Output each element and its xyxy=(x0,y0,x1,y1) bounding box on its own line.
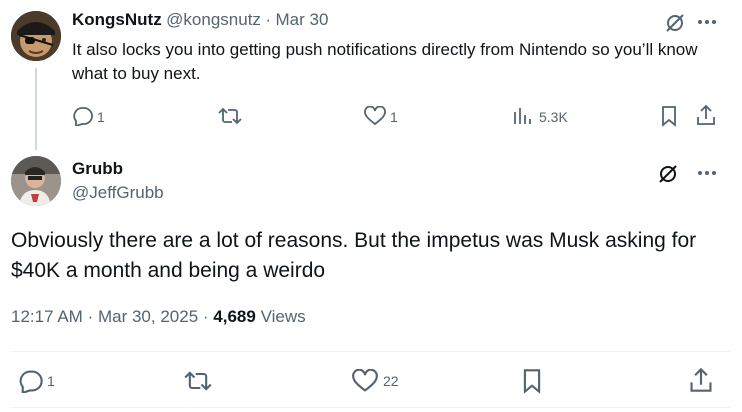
views-icon[interactable] xyxy=(512,106,532,126)
more-options-icon[interactable] xyxy=(697,170,717,176)
main-tweet-text: Obviously there are a lot of reasons. Bu… xyxy=(11,229,697,282)
like-icon[interactable] xyxy=(352,369,378,393)
repost-icon[interactable] xyxy=(218,106,242,126)
like-icon[interactable] xyxy=(364,106,386,126)
tweet-date[interactable]: Mar 30, 2025 xyxy=(98,307,198,326)
grok-icon[interactable] xyxy=(664,12,686,34)
bookmark-icon[interactable] xyxy=(521,368,543,394)
author-name[interactable]: Grubb xyxy=(72,159,123,179)
views-label: Views xyxy=(260,307,306,326)
more-options-icon[interactable] xyxy=(697,19,717,25)
reply-tweet-text: It also locks you into getting push noti… xyxy=(72,40,698,83)
reply-icon[interactable] xyxy=(72,106,94,126)
thread-connector-line xyxy=(35,68,37,150)
author-handle[interactable]: @kongsnutz xyxy=(166,10,261,29)
meta-separator: · xyxy=(202,307,209,326)
reply-count: 1 xyxy=(47,373,55,389)
tweet-date[interactable]: Mar 30 xyxy=(276,10,329,29)
meta-separator: · xyxy=(87,307,94,326)
header-separator: · xyxy=(265,10,272,29)
author-handle[interactable]: @JeffGrubb xyxy=(72,183,164,203)
avatar-kongsnutz[interactable] xyxy=(11,11,61,61)
tweet-metadata: 12:17 AM · Mar 30, 2025 · 4,689 Views xyxy=(11,307,306,327)
reply-count: 1 xyxy=(97,109,105,125)
divider xyxy=(11,407,731,408)
tweet-time[interactable]: 12:17 AM xyxy=(11,307,83,326)
repost-icon[interactable] xyxy=(184,369,212,393)
view-count: 5.3K xyxy=(539,109,568,125)
grok-icon[interactable] xyxy=(657,163,679,185)
bookmark-icon[interactable] xyxy=(660,105,678,127)
divider xyxy=(11,351,731,352)
like-count: 22 xyxy=(383,373,399,389)
views-count: 4,689 xyxy=(213,307,256,326)
reply-icon[interactable] xyxy=(18,369,44,393)
share-icon[interactable] xyxy=(696,104,716,126)
share-icon[interactable] xyxy=(689,367,713,393)
author-name[interactable]: KongsNutz xyxy=(72,10,162,29)
avatar-grubb[interactable] xyxy=(11,156,61,206)
reply-header: KongsNutz @kongsnutz · Mar 30 xyxy=(72,10,328,30)
like-count: 1 xyxy=(390,109,398,125)
